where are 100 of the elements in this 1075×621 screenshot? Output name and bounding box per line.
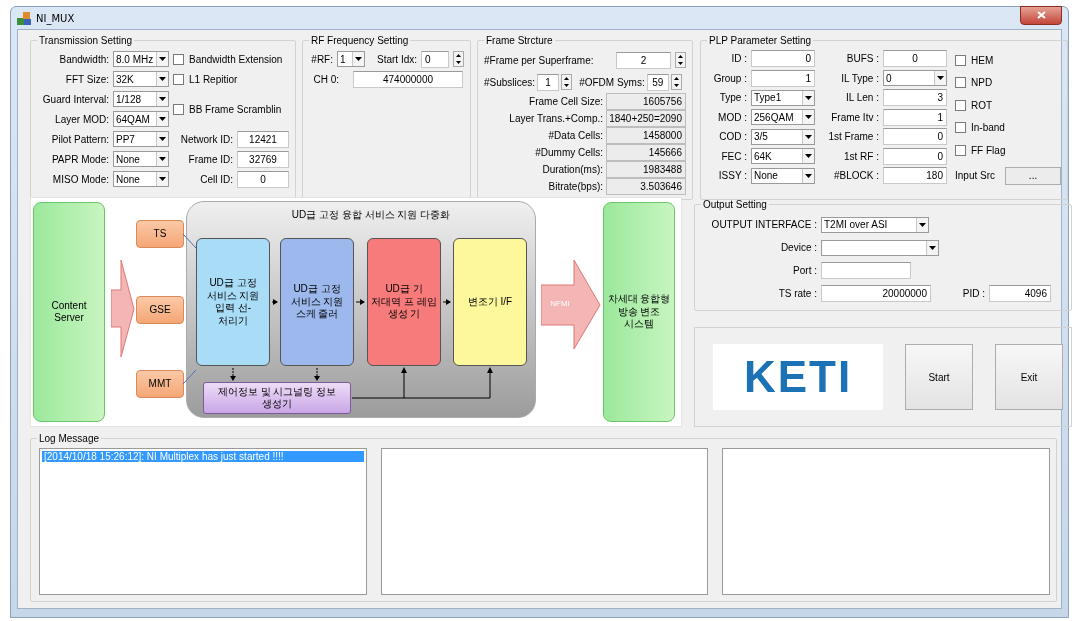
window-title: NI_MUX — [36, 12, 75, 24]
up-arrow-icon[interactable] — [678, 55, 683, 58]
text-field[interactable]: 2 — [616, 51, 671, 69]
action-button[interactable]: Start — [905, 344, 973, 410]
dropdown[interactable]: 0 — [883, 70, 947, 87]
text-field[interactable]: 3 — [883, 89, 947, 107]
caret-icon[interactable] — [934, 71, 946, 86]
checkbox-label: NPD — [971, 77, 993, 89]
text-field[interactable]: 20000000 — [821, 285, 931, 302]
spin-button[interactable] — [453, 51, 464, 67]
text-field[interactable]: 0 — [883, 147, 947, 165]
text-field[interactable]: 0 — [883, 128, 947, 146]
text-field[interactable]: 1 — [751, 69, 815, 87]
checkbox[interactable] — [173, 103, 184, 115]
field-label: IL Type : — [840, 72, 879, 84]
text-field[interactable]: 1 — [537, 73, 560, 91]
text-field[interactable]: 32769 — [237, 150, 289, 168]
close-button[interactable] — [1020, 5, 1062, 25]
dropdown[interactable]: 1/128 — [113, 91, 169, 107]
checkbox[interactable] — [955, 144, 966, 156]
caret-icon[interactable] — [156, 72, 168, 86]
spin-button[interactable] — [670, 74, 682, 90]
checkbox[interactable] — [955, 54, 966, 66]
dropdown[interactable]: None — [751, 167, 815, 184]
text-field[interactable] — [821, 262, 911, 279]
caret-icon[interactable] — [352, 52, 364, 66]
process-block: UD급 고정 서비스 지원 스케 줄러 — [280, 238, 354, 366]
checkbox[interactable] — [173, 73, 184, 85]
text-field[interactable]: 0 — [751, 50, 815, 68]
caret-icon[interactable] — [802, 90, 814, 105]
field-label: BUFS : — [845, 53, 879, 65]
dropdown[interactable]: 1 — [337, 51, 365, 67]
dropdown[interactable]: 3/5 — [751, 128, 815, 145]
down-arrow-icon[interactable] — [678, 62, 683, 65]
dropdown[interactable]: None — [113, 151, 169, 167]
text-field[interactable]: 12421 — [237, 130, 289, 148]
content-server-block: Content Server — [33, 202, 105, 422]
up-arrow-icon[interactable] — [673, 77, 679, 80]
text-field[interactable]: 180 — [883, 167, 947, 185]
caret-icon[interactable] — [156, 112, 168, 126]
dropdown[interactable]: 8.0 MHz — [113, 51, 169, 67]
spin-button[interactable] — [561, 74, 573, 90]
input-source-button[interactable]: ... — [1005, 166, 1062, 185]
down-arrow-icon[interactable] — [564, 84, 570, 87]
checkbox[interactable] — [955, 77, 966, 89]
connector-arrow — [271, 299, 278, 305]
group-title: Output Setting — [702, 199, 768, 210]
caret-icon[interactable] — [156, 92, 168, 106]
text-field[interactable]: 1 — [883, 108, 947, 126]
caret-icon[interactable] — [802, 129, 814, 144]
caret-icon[interactable] — [156, 132, 168, 146]
text-field[interactable]: 0 — [421, 50, 449, 68]
group-title: PLP Parameter Setting — [708, 35, 813, 46]
field-label: #OFDM Syms: — [579, 76, 645, 88]
field-label: ISSY : — [717, 170, 747, 182]
up-arrow-icon[interactable] — [456, 54, 461, 57]
dropdown[interactable]: 64QAM — [113, 111, 169, 127]
dropdown[interactable]: 256QAM — [751, 109, 815, 126]
field-label: Guard Interval: — [42, 93, 109, 105]
checkbox[interactable] — [955, 99, 966, 111]
field-label: Pilot Pattern: — [51, 133, 109, 145]
dropdown[interactable]: PP7 — [113, 131, 169, 147]
group-title: Frame Strcture — [485, 35, 554, 46]
action-button[interactable]: Exit — [995, 344, 1063, 410]
caret-icon[interactable] — [802, 168, 814, 183]
checkbox[interactable] — [955, 122, 966, 134]
dropdown[interactable]: 64K — [751, 148, 815, 165]
text-field[interactable]: 474000000 — [353, 70, 463, 88]
text-field[interactable]: 59 — [646, 73, 669, 91]
dropdown[interactable]: T2MI over ASI — [821, 216, 929, 233]
checkbox-label: Bandwidth Extension — [189, 53, 283, 65]
field-label: Layer MOD: — [55, 113, 109, 125]
text-field[interactable]: 0 — [883, 50, 947, 68]
field-label: Duration(ms): — [542, 164, 603, 175]
field-label: Type : — [718, 92, 747, 104]
field-label: Port : — [792, 265, 817, 276]
caret-icon[interactable] — [802, 149, 814, 164]
field-label: Input Src — [955, 170, 996, 181]
checkbox[interactable] — [173, 53, 184, 65]
caret-icon[interactable] — [926, 240, 938, 255]
text-field[interactable]: 0 — [237, 170, 289, 188]
caret-icon[interactable] — [156, 52, 168, 66]
dropdown[interactable]: 32K — [113, 71, 169, 87]
caret-icon[interactable] — [916, 217, 928, 232]
caret-icon[interactable] — [156, 152, 168, 166]
dropdown[interactable]: Type1 — [751, 89, 815, 106]
caret-icon[interactable] — [156, 172, 168, 186]
field-label: FFT Size: — [65, 73, 109, 85]
dropdown[interactable]: None — [113, 171, 169, 187]
field-label: Frame Itv : — [830, 111, 879, 123]
caret-icon[interactable] — [802, 110, 814, 125]
down-arrow-icon[interactable] — [673, 84, 679, 87]
app-icon — [17, 11, 31, 25]
up-arrow-icon[interactable] — [564, 77, 570, 80]
down-arrow-icon[interactable] — [456, 61, 461, 64]
text-field[interactable]: 4096 — [989, 285, 1051, 302]
field-label: OUTPUT INTERFACE : — [710, 219, 817, 230]
field-label: IL Len : — [845, 92, 879, 104]
spin-button[interactable] — [675, 52, 686, 68]
field-label: Bandwidth: — [59, 53, 109, 65]
